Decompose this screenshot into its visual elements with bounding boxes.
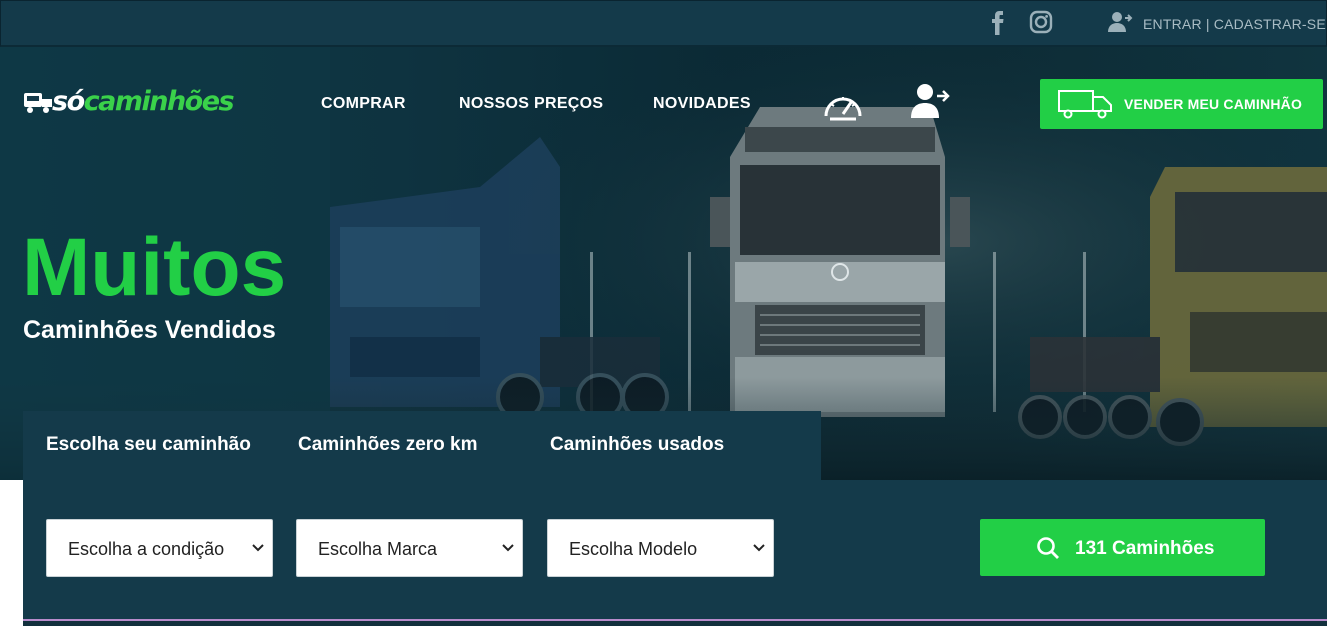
- search-button-label: 131 Caminhões: [1075, 538, 1215, 559]
- facebook-icon[interactable]: [989, 11, 1007, 35]
- search-panel-bottom: [23, 619, 1327, 626]
- tab-escolha-caminhao[interactable]: Escolha seu caminhão: [46, 434, 251, 456]
- nav-comprar[interactable]: COMPRAR: [321, 95, 406, 113]
- logo-caminhoes: caminhões: [83, 86, 235, 117]
- nav-novidades[interactable]: NOVIDADES: [653, 95, 751, 113]
- chevron-down-icon: [252, 544, 264, 552]
- user-add-icon[interactable]: [1107, 10, 1133, 34]
- model-select[interactable]: Escolha Modelo: [547, 519, 774, 577]
- sell-truck-button[interactable]: VENDER MEU CAMINHÃO: [1040, 79, 1323, 129]
- condition-select[interactable]: Escolha a condição: [46, 519, 273, 577]
- hero-subtitle: Caminhões Vendidos: [23, 316, 276, 344]
- brand-select-value: Escolha Marca: [318, 539, 438, 559]
- login-register-link[interactable]: ENTRAR | CADASTRAR-SE: [1143, 16, 1326, 32]
- logo-so: só: [52, 86, 85, 117]
- truck-logo-icon: [24, 93, 52, 113]
- speedometer-icon[interactable]: [822, 88, 864, 122]
- logo-wordmark: sócaminhões: [52, 86, 235, 118]
- tab-zero-km[interactable]: Caminhões zero km: [298, 434, 478, 456]
- instagram-icon[interactable]: [1029, 10, 1053, 34]
- sell-truck-label: VENDER MEU CAMINHÃO: [1124, 96, 1303, 112]
- truck-icon: [1058, 90, 1112, 119]
- search-icon: [1037, 537, 1059, 559]
- brand-select[interactable]: Escolha Marca: [296, 519, 523, 577]
- tab-usados[interactable]: Caminhões usados: [550, 434, 724, 456]
- condition-select-value: Escolha a condição: [68, 539, 225, 559]
- hero-title: Muitos: [22, 222, 287, 313]
- user-login-icon[interactable]: [910, 83, 950, 119]
- model-select-value: Escolha Modelo: [569, 539, 698, 559]
- search-button[interactable]: 131 Caminhões: [980, 519, 1265, 576]
- chevron-down-icon: [753, 544, 765, 552]
- site-logo[interactable]: sócaminhões: [22, 86, 264, 120]
- top-bar: ENTRAR | CADASTRAR-SE: [0, 0, 1327, 47]
- chevron-down-icon: [502, 544, 514, 552]
- nav-nossos-precos[interactable]: NOSSOS PREÇOS: [459, 95, 603, 113]
